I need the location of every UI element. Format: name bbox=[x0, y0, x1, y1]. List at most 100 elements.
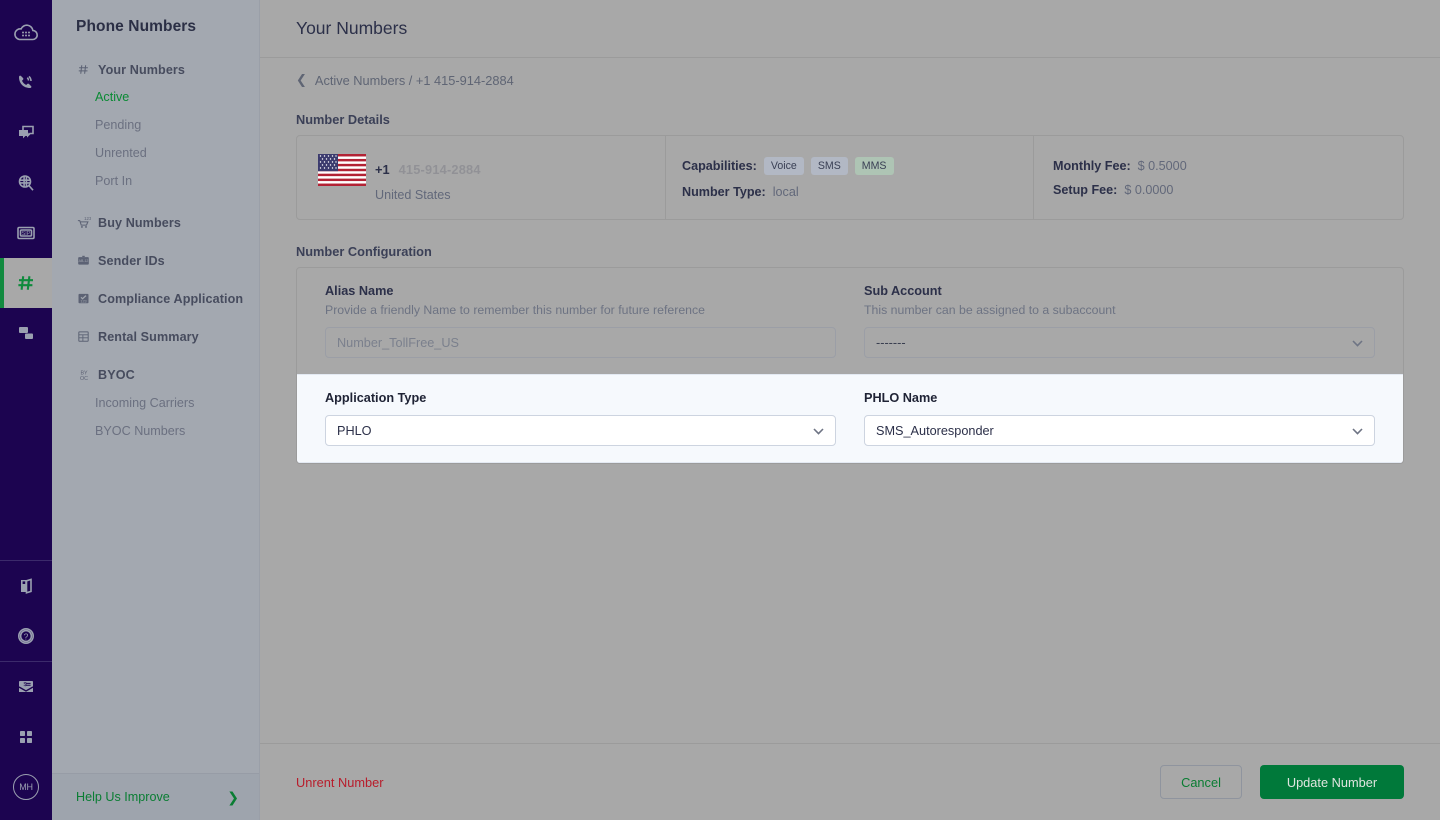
flow-nodes-icon bbox=[14, 321, 38, 345]
capabilities-column: Capabilities: Voice SMS MMS Number Type:… bbox=[665, 136, 1033, 219]
rail-item-billing[interactable]: $ bbox=[0, 662, 52, 712]
docs-book-icon bbox=[14, 574, 38, 598]
lookup-search-icon bbox=[14, 171, 38, 195]
sidebar-subitem-active[interactable]: Active bbox=[52, 83, 259, 111]
sip-trunk-icon: SIP bbox=[14, 221, 38, 245]
icon-rail: SIP ? $ MH bbox=[0, 0, 52, 820]
rail-item-apps[interactable] bbox=[0, 712, 52, 762]
table-grid-icon bbox=[76, 329, 98, 344]
main-header: Your Numbers bbox=[260, 0, 1440, 58]
sidebar-item-rental-summary[interactable]: Rental Summary bbox=[52, 323, 259, 350]
sidebar-subitem-unrented[interactable]: Unrented bbox=[52, 139, 259, 167]
rail-item-phone-numbers[interactable] bbox=[0, 258, 52, 308]
country-label: United States bbox=[375, 187, 451, 202]
chevron-down-icon bbox=[813, 424, 824, 438]
number-prefix: +1 bbox=[375, 162, 390, 177]
help-question-icon: ? bbox=[14, 624, 38, 648]
app-root: SIP ? $ MH Phone Numbers Your Numbers Ac… bbox=[0, 0, 1440, 820]
alias-name-field-group: Alias Name Provide a friendly Name to re… bbox=[311, 284, 850, 358]
sidebar-subitem-incoming-carriers[interactable]: Incoming Carriers bbox=[52, 389, 259, 417]
setup-fee-row: Setup Fee: $ 0.0000 bbox=[1053, 183, 1403, 197]
sidebar-subitem-byoc-numbers[interactable]: BYOC Numbers bbox=[52, 417, 259, 445]
cloud-icon bbox=[13, 22, 39, 44]
breadcrumb-text: Active Numbers / +1 415-914-2884 bbox=[314, 72, 514, 88]
sidebar-item-label: Rental Summary bbox=[98, 329, 199, 344]
number-type-row: Number Type: local bbox=[682, 185, 1033, 199]
number-column: +1 415-914-2884 United States bbox=[297, 136, 665, 219]
setup-fee-value: $ 0.0000 bbox=[1124, 182, 1174, 197]
svg-text:123: 123 bbox=[80, 300, 86, 304]
sidebar-item-your-numbers[interactable]: Your Numbers bbox=[52, 56, 259, 83]
config-row-application-phlo: Application Type PHLO PHLO Name SMS_Auto… bbox=[297, 374, 1403, 463]
config-row-alias-subaccount: Alias Name Provide a friendly Name to re… bbox=[297, 268, 1403, 374]
page-title: Your Numbers bbox=[296, 18, 408, 38]
sub-account-hint: This number can be assigned to a subacco… bbox=[864, 303, 1116, 317]
monthly-fee-row: Monthly Fee: $ 0.5000 bbox=[1053, 159, 1403, 173]
alias-name-input[interactable]: Number_TollFree_US bbox=[325, 327, 836, 358]
sidebar-item-byoc[interactable]: BY OC BYOC bbox=[52, 361, 259, 389]
phlo-name-label: PHLO Name bbox=[864, 391, 938, 405]
fees-column: Monthly Fee: $ 0.5000 Setup Fee: $ 0.000… bbox=[1033, 136, 1403, 219]
sub-account-field-group: Sub Account This number can be assigned … bbox=[850, 284, 1389, 358]
number-value: 415-914-2884 bbox=[398, 162, 481, 177]
chevron-down-icon bbox=[1352, 336, 1363, 350]
sidebar-subitem-port-in[interactable]: Port In bbox=[52, 167, 259, 195]
sidebar-subitem-pending[interactable]: Pending bbox=[52, 111, 259, 139]
byoc-icon: BY OC bbox=[76, 367, 98, 383]
phlo-name-select[interactable]: SMS_Autoresponder bbox=[864, 415, 1375, 446]
chevron-down-icon bbox=[1352, 424, 1363, 438]
phlo-name-field-group: PHLO Name SMS_Autoresponder bbox=[850, 391, 1389, 446]
sidebar-item-label: Buy Numbers bbox=[98, 215, 181, 230]
update-number-button[interactable]: Update Number bbox=[1260, 765, 1404, 799]
action-footer: Unrent Number Cancel Update Number bbox=[260, 743, 1440, 820]
compliance-123-icon: 123 bbox=[76, 291, 98, 306]
application-type-select[interactable]: PHLO bbox=[325, 415, 836, 446]
number-details-title: Number Details bbox=[296, 112, 390, 127]
rail-item-voice[interactable] bbox=[0, 58, 52, 108]
sidebar-title: Phone Numbers bbox=[76, 18, 197, 35]
number-type-label: Number Type: bbox=[682, 184, 766, 199]
main-content: Your Numbers ❮ Active Numbers / +1 415-9… bbox=[260, 0, 1440, 820]
setup-fee-label: Setup Fee: bbox=[1053, 182, 1118, 197]
sidebar-item-label: BYOC bbox=[98, 368, 135, 382]
chevron-right-icon: ❯ bbox=[227, 788, 239, 805]
application-type-field-group: Application Type PHLO bbox=[311, 391, 850, 446]
help-us-improve-button[interactable]: Help Us Improve ❯ bbox=[52, 773, 259, 820]
phlo-name-value: SMS_Autoresponder bbox=[876, 423, 994, 438]
rail-item-lookup[interactable] bbox=[0, 158, 52, 208]
rail-item-sip-trunking[interactable]: SIP bbox=[0, 208, 52, 258]
hash-icon bbox=[76, 62, 98, 77]
phone-signal-icon bbox=[14, 71, 38, 95]
sub-account-label: Sub Account bbox=[864, 284, 942, 298]
capability-badge-sms: SMS bbox=[810, 156, 848, 175]
monthly-fee-label: Monthly Fee: bbox=[1053, 158, 1131, 173]
cancel-button[interactable]: Cancel bbox=[1160, 765, 1242, 799]
alias-name-placeholder: Number_TollFree_US bbox=[337, 335, 459, 350]
unrent-number-link[interactable]: Unrent Number bbox=[296, 775, 383, 790]
monthly-fee-value: $ 0.5000 bbox=[1137, 158, 1187, 173]
sidebar-item-label: Your Numbers bbox=[98, 62, 186, 77]
breadcrumb[interactable]: ❮ Active Numbers / +1 415-914-2884 bbox=[260, 58, 1440, 88]
sidebar-item-compliance-application[interactable]: 123 Compliance Application bbox=[52, 285, 259, 312]
rail-item-docs[interactable] bbox=[0, 561, 52, 611]
rail-item-phlo[interactable] bbox=[0, 308, 52, 358]
rail-item-account-avatar[interactable]: MH bbox=[0, 762, 52, 812]
avatar: MH bbox=[13, 774, 39, 800]
alias-name-hint: Provide a friendly Name to remember this… bbox=[325, 303, 706, 317]
sidebar-item-buy-numbers[interactable]: 123 Buy Numbers bbox=[52, 209, 259, 236]
us-flag-icon bbox=[318, 153, 366, 186]
chevron-left-icon[interactable]: ❮ bbox=[296, 72, 307, 88]
rail-item-help[interactable]: ? bbox=[0, 611, 52, 661]
number-configuration-card: Alias Name Provide a friendly Name to re… bbox=[296, 267, 1404, 464]
sidebar-item-label: Compliance Application bbox=[98, 291, 244, 306]
hash-numbers-icon bbox=[14, 271, 38, 295]
sidebar-item-sender-ids[interactable]: AB-12 Sender IDs bbox=[52, 247, 259, 274]
number-details-card: +1 415-914-2884 United States Capabiliti… bbox=[296, 135, 1404, 220]
rail-item-overview[interactable] bbox=[0, 8, 52, 58]
messaging-icon bbox=[14, 121, 38, 145]
sub-account-select[interactable]: ------- bbox=[864, 327, 1375, 358]
svg-text:123: 123 bbox=[84, 216, 91, 221]
rail-item-messaging[interactable] bbox=[0, 108, 52, 158]
application-type-value: PHLO bbox=[337, 423, 372, 438]
sender-id-icon: AB-12 bbox=[76, 253, 98, 268]
